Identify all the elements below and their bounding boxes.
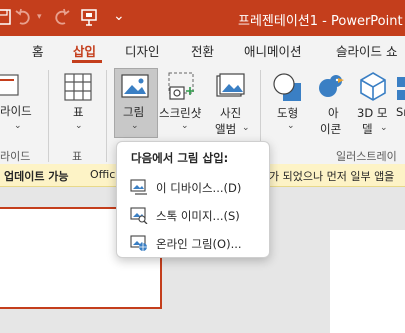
- 3d-models-icon[interactable]: [358, 71, 388, 101]
- picture-icon: [121, 74, 149, 98]
- menu-item-this-device[interactable]: 이 디바이스...(D): [118, 174, 268, 200]
- table-icon[interactable]: [64, 73, 92, 101]
- icons-label-1[interactable]: 아: [328, 105, 339, 121]
- device-picture-icon: [130, 179, 147, 195]
- group-label-tables: 표: [72, 150, 83, 163]
- online-picture-icon: [130, 235, 147, 251]
- smartart-icon[interactable]: [396, 75, 405, 101]
- smartart-label[interactable]: Sr: [396, 105, 405, 119]
- shapes-icon[interactable]: [273, 73, 303, 103]
- new-slide-label[interactable]: 라이드: [0, 103, 32, 119]
- undo-dropdown-icon[interactable]: ▾: [37, 12, 42, 22]
- menu-item-label: 스톡 이미지...(S): [156, 209, 240, 223]
- screenshot-label[interactable]: 스크린샷: [159, 105, 201, 121]
- tab-home[interactable]: 홈: [32, 41, 44, 60]
- photo-album-label-2[interactable]: 앨범: [215, 121, 236, 137]
- message-bar-text-right: 가 되었으나 먼저 일부 앱을: [269, 170, 395, 183]
- pictures-dropdown-icon: ⌄: [131, 121, 139, 131]
- menu-item-label: 이 디바이스...(D): [156, 181, 242, 195]
- tab-slideshow[interactable]: 슬라이드 쇼: [336, 41, 397, 60]
- shapes-label[interactable]: 도형: [277, 105, 298, 121]
- photo-album-icon[interactable]: [216, 73, 246, 101]
- table-label[interactable]: 표: [73, 104, 84, 120]
- start-from-beginning-icon[interactable]: [80, 7, 100, 27]
- menu-item-label: 온라인 그림(O)...: [156, 237, 242, 251]
- new-slide-dropdown-icon[interactable]: ⌄: [14, 121, 22, 131]
- group-separator: [48, 70, 49, 162]
- ribbon-tabs: 홈 삽입 디자인 전환 애니메이션 슬라이드 쇼: [0, 36, 405, 64]
- active-tab-indicator: [72, 60, 102, 63]
- title-bar: ▾ ⌄ 프레젠테이션1 - PowerPoint: [0, 0, 405, 36]
- undo-icon[interactable]: [14, 7, 36, 27]
- menu-item-stock-images[interactable]: 스톡 이미지...(S): [118, 202, 268, 228]
- pictures-label: 그림: [123, 105, 145, 119]
- insert-picture-menu: 다음에서 그림 삽입: 이 디바이스...(D) 스톡 이미지...(S) 온라…: [116, 141, 270, 258]
- 3d-models-label-2[interactable]: 델: [362, 121, 373, 137]
- tab-transitions[interactable]: 전환: [191, 41, 214, 60]
- 3d-models-label-1[interactable]: 3D 모: [357, 105, 387, 121]
- icons-icon[interactable]: [316, 73, 346, 101]
- tab-insert[interactable]: 삽입: [73, 41, 96, 60]
- slide-canvas[interactable]: [330, 230, 405, 333]
- screenshot-dropdown-icon[interactable]: ⌄: [181, 121, 189, 131]
- group-label-slides: 라이드: [0, 150, 31, 163]
- new-slide-icon[interactable]: [0, 73, 22, 99]
- save-icon[interactable]: [0, 8, 14, 28]
- photo-album-label-1[interactable]: 사진: [220, 105, 241, 121]
- customize-toolbar-icon[interactable]: ⌄: [113, 8, 125, 24]
- tab-animations[interactable]: 애니메이션: [244, 41, 302, 60]
- message-bar-text: Offic: [90, 168, 116, 181]
- screenshot-icon[interactable]: [166, 71, 196, 103]
- group-label-illustrations: 일러스트레이: [336, 150, 397, 163]
- table-dropdown-icon[interactable]: ⌄: [75, 121, 83, 131]
- shapes-dropdown-icon[interactable]: ⌄: [287, 121, 295, 131]
- redo-icon[interactable]: [50, 7, 72, 27]
- photo-album-dropdown-icon[interactable]: ⌄: [242, 123, 250, 133]
- icons-label-2[interactable]: 이콘: [320, 121, 341, 137]
- tab-design[interactable]: 디자인: [125, 41, 160, 60]
- menu-title: 다음에서 그림 삽입:: [131, 151, 229, 165]
- message-bar-title: 업데이트 가능: [4, 170, 69, 183]
- stock-image-icon: [130, 207, 148, 224]
- group-separator: [106, 70, 107, 162]
- 3d-models-dropdown-icon[interactable]: ⌄: [380, 123, 388, 133]
- window-title: 프레젠테이션1 - PowerPoint: [238, 14, 403, 29]
- menu-item-online-pictures[interactable]: 온라인 그림(O)...: [118, 230, 268, 256]
